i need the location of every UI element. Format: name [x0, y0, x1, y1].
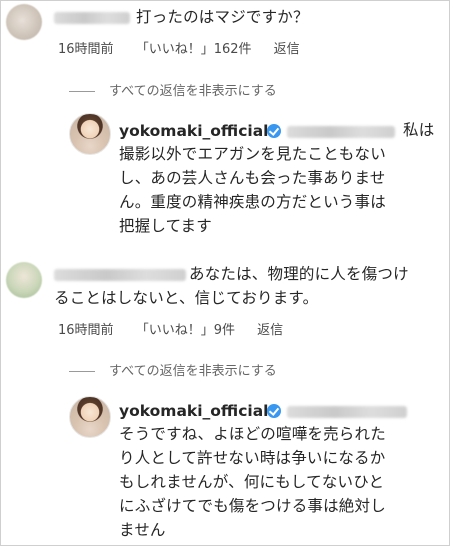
- reply-text-line: そうですね、よほどの喧嘩を売られた: [119, 425, 386, 443]
- hide-replies-toggle[interactable]: すべての返信を非表示にする: [69, 80, 277, 99]
- timestamp: 16時間前: [58, 323, 114, 338]
- mentioned-username-blurred[interactable]: [287, 406, 407, 418]
- comment-meta: 16時間前 「いいね！」162件 返信: [58, 38, 318, 57]
- reply-text-line: もしれませんが、何にもしてないひと: [119, 473, 385, 491]
- reply-text-line: にふざけてでも傷をつける事は絶対し: [119, 497, 386, 515]
- avatar[interactable]: [6, 262, 42, 298]
- reply-button[interactable]: 返信: [274, 42, 300, 57]
- divider-line: [69, 91, 95, 92]
- comment-meta: 16時間前 「いいね！」9件 返信: [58, 319, 301, 338]
- reply-text-line: ません: [119, 521, 166, 539]
- reply-username[interactable]: yokomaki_official: [119, 402, 268, 420]
- username-blurred[interactable]: [54, 12, 130, 24]
- timestamp: 16時間前: [58, 42, 114, 57]
- mentioned-username-blurred[interactable]: [287, 126, 395, 138]
- reply-text-line: ん。重度の精神疾患の方だという事は: [119, 193, 386, 211]
- divider-line: [69, 371, 95, 372]
- reply-text-line: 撮影以外でエアガンを見たこともない: [119, 145, 386, 163]
- reply-text-line: 把握してます: [119, 217, 212, 235]
- hide-replies-label: すべての返信を非表示にする: [109, 364, 277, 379]
- likes-count[interactable]: 「いいね！」162件: [136, 42, 252, 57]
- reply-username[interactable]: yokomaki_official: [119, 122, 268, 140]
- comment-text: 打ったのはマジですか？: [136, 8, 309, 26]
- avatar-yokomaki[interactable]: [69, 396, 111, 438]
- avatar[interactable]: [6, 4, 42, 40]
- likes-count[interactable]: 「いいね！」9件: [136, 323, 235, 338]
- comment-text-line: あなたは、物理的に人を傷つけ: [189, 265, 409, 283]
- verified-badge-icon: [267, 124, 281, 138]
- avatar-yokomaki[interactable]: [69, 113, 111, 155]
- comment-text-line: ることはしないと、信じております。: [54, 289, 319, 307]
- reply-button[interactable]: 返信: [257, 323, 283, 338]
- reply-text-line: し、あの芸人さんも会った事ありませ: [119, 169, 386, 187]
- username-blurred[interactable]: [54, 269, 186, 281]
- hide-replies-toggle[interactable]: すべての返信を非表示にする: [69, 360, 277, 379]
- comments-panel: 打ったのはマジですか？ 16時間前 「いいね！」162件 返信 すべての返信を非…: [0, 0, 450, 546]
- verified-badge-icon: [267, 404, 281, 418]
- hide-replies-label: すべての返信を非表示にする: [109, 84, 277, 99]
- reply-text-line: 私は: [403, 121, 435, 139]
- reply-text-line: り人として許せない時は争いになるか: [119, 449, 386, 467]
